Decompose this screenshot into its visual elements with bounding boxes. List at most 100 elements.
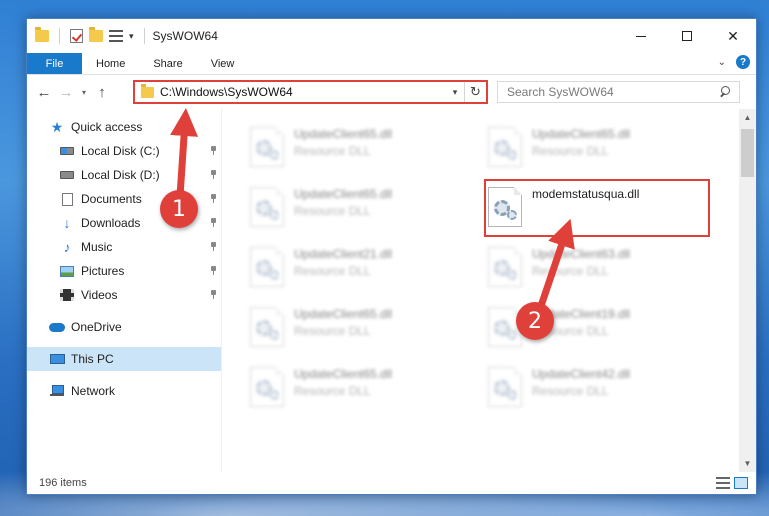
search-box[interactable] xyxy=(497,81,740,103)
dll-file-icon xyxy=(488,247,522,287)
window-controls: ✕ xyxy=(618,19,756,53)
tab-view[interactable]: View xyxy=(197,53,249,74)
sidebar-item-label: Videos xyxy=(81,288,118,302)
sidebar-item-label: Downloads xyxy=(81,216,141,230)
drive-icon xyxy=(59,168,75,182)
dll-file-icon xyxy=(250,187,284,227)
sidebar-item-label: Quick access xyxy=(71,120,143,134)
pin-icon xyxy=(210,146,217,155)
minimize-icon xyxy=(636,35,646,37)
back-arrow-icon[interactable]: ← xyxy=(33,84,55,101)
scroll-thumb[interactable] xyxy=(741,129,754,177)
properties-check-icon[interactable] xyxy=(70,29,83,43)
title-bar: ▾ SysWOW64 ✕ xyxy=(27,19,756,53)
network-icon xyxy=(49,384,65,398)
file-item[interactable]: UpdateClient42.dll Resource DLL xyxy=(488,363,718,417)
up-arrow-icon[interactable]: ↑ xyxy=(91,84,113,101)
scroll-up-icon[interactable]: ▲ xyxy=(739,109,756,126)
file-item[interactable]: UpdateClient65.dll Resource DLL xyxy=(488,123,718,177)
file-item[interactable]: UpdateClient63.dll Resource DLL xyxy=(488,243,718,297)
minimize-button[interactable] xyxy=(618,19,664,53)
file-name: UpdateClient65.dll xyxy=(294,127,393,141)
pin-icon xyxy=(210,242,217,251)
pin-icon xyxy=(210,218,217,227)
toolbar-separator xyxy=(143,28,145,44)
computer-icon xyxy=(49,352,65,366)
customize-toolbar-icon[interactable]: ▾ xyxy=(129,31,134,42)
search-icon[interactable] xyxy=(715,85,739,99)
sidebar-item-videos[interactable]: Videos xyxy=(27,283,221,307)
file-type: Resource DLL xyxy=(294,384,371,398)
sidebar-item-onedrive[interactable]: OneDrive xyxy=(27,315,221,339)
dll-file-icon xyxy=(250,247,284,287)
file-item[interactable]: UpdateClient21.dll Resource DLL xyxy=(250,243,480,297)
tab-share[interactable]: Share xyxy=(139,53,196,74)
new-folder-icon[interactable] xyxy=(89,27,103,42)
content-area: ★ Quick access Local Disk (C:) Local Dis… xyxy=(27,109,756,472)
dll-file-icon xyxy=(488,127,522,167)
large-icons-view-icon[interactable] xyxy=(734,477,748,489)
sidebar-item-label: Pictures xyxy=(81,264,125,278)
file-item[interactable]: UpdateClient65.dll Resource DLL xyxy=(250,183,480,237)
file-type: Resource DLL xyxy=(532,264,609,278)
sidebar-item-label: Music xyxy=(81,240,113,254)
sidebar-item-label: OneDrive xyxy=(71,320,122,334)
ribbon: File Home Share View ⌄ ? xyxy=(27,53,756,75)
properties-icon[interactable] xyxy=(109,30,123,42)
file-item[interactable]: UpdateClient65.dll Resource DLL xyxy=(250,123,480,177)
file-type: Resource DLL xyxy=(294,144,371,158)
navigation-pane: ★ Quick access Local Disk (C:) Local Dis… xyxy=(27,109,221,472)
refresh-icon[interactable]: ↻ xyxy=(464,82,486,102)
scroll-down-icon[interactable]: ▼ xyxy=(739,455,756,472)
pin-icon xyxy=(210,290,217,299)
details-view-icon[interactable] xyxy=(716,477,730,489)
picture-icon xyxy=(59,264,75,278)
help-icon[interactable]: ? xyxy=(736,55,750,69)
folder-icon xyxy=(141,83,154,98)
sidebar-item-quick-access[interactable]: ★ Quick access xyxy=(27,115,221,139)
sidebar-item-label: Local Disk (C:) xyxy=(81,144,160,158)
maximize-button[interactable] xyxy=(664,19,710,53)
pin-icon xyxy=(210,266,217,275)
file-highlight-box xyxy=(484,179,710,237)
sidebar-item-this-pc[interactable]: This PC xyxy=(27,347,221,371)
pin-icon xyxy=(210,170,217,179)
sidebar-item-local-disk-c[interactable]: Local Disk (C:) xyxy=(27,139,221,163)
cloud-icon xyxy=(49,320,65,334)
music-note-icon: ♪ xyxy=(63,239,71,255)
file-type: Resource DLL xyxy=(294,324,371,338)
dll-file-icon xyxy=(250,307,284,347)
forward-arrow-icon[interactable]: → xyxy=(55,84,77,101)
sidebar-item-label: This PC xyxy=(71,352,114,366)
expand-ribbon-icon[interactable]: ⌄ xyxy=(718,57,726,68)
close-button[interactable]: ✕ xyxy=(710,19,756,53)
sidebar-item-network[interactable]: Network xyxy=(27,379,221,403)
file-item[interactable]: UpdateClient65.dll Resource DLL xyxy=(250,363,480,417)
document-icon xyxy=(59,192,75,206)
film-icon xyxy=(59,288,75,302)
search-input[interactable] xyxy=(507,85,715,99)
file-name: UpdateClient65.dll xyxy=(294,307,393,321)
dll-file-icon xyxy=(250,127,284,167)
tab-file[interactable]: File xyxy=(27,53,82,74)
recent-locations-icon[interactable]: ▾ xyxy=(77,88,91,97)
file-type: Resource DLL xyxy=(294,204,371,218)
star-icon: ★ xyxy=(50,118,64,135)
sidebar-item-music[interactable]: ♪ Music xyxy=(27,235,221,259)
file-name: UpdateClient65.dll xyxy=(294,367,393,381)
drive-icon xyxy=(59,144,75,158)
address-dropdown-icon[interactable]: ▾ xyxy=(446,87,464,98)
maximize-icon xyxy=(682,31,692,41)
address-path[interactable]: C:\Windows\SysWOW64 xyxy=(160,85,446,99)
vertical-scrollbar[interactable]: ▲ ▼ xyxy=(739,109,756,472)
file-item[interactable]: UpdateClient65.dll Resource DLL xyxy=(250,303,480,357)
file-type: Resource DLL xyxy=(532,144,609,158)
view-toggle xyxy=(716,477,748,489)
folder-icon[interactable] xyxy=(35,27,49,42)
address-bar[interactable]: C:\Windows\SysWOW64 ▾ ↻ xyxy=(133,80,488,104)
sidebar-item-pictures[interactable]: Pictures xyxy=(27,259,221,283)
sidebar-item-local-disk-d[interactable]: Local Disk (D:) xyxy=(27,163,221,187)
file-name: UpdateClient63.dll xyxy=(532,247,631,261)
file-name: UpdateClient42.dll xyxy=(532,367,631,381)
tab-home[interactable]: Home xyxy=(82,53,139,74)
